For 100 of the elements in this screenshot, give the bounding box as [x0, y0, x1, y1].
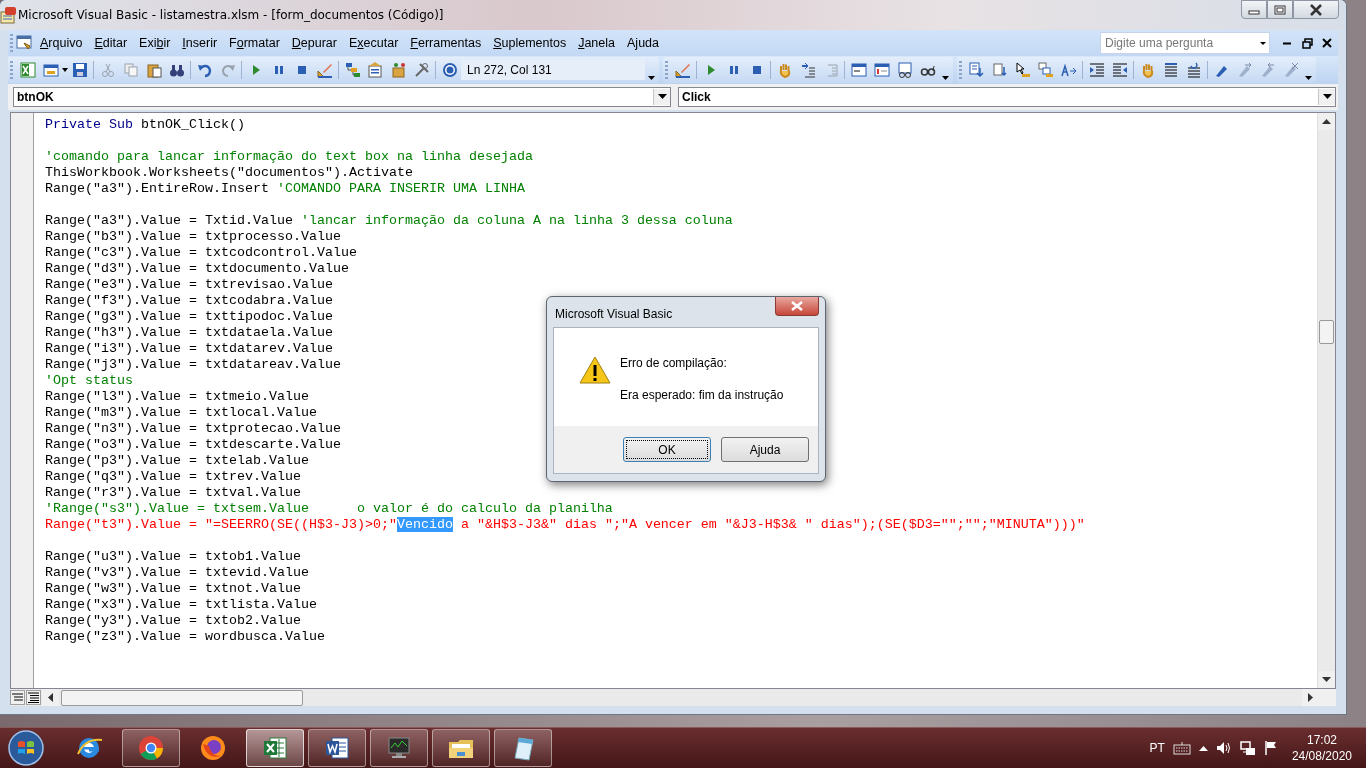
procedure-dropdown[interactable]: Click [678, 87, 1336, 107]
menu-item[interactable]: Formatar [223, 34, 286, 52]
properties-icon [367, 62, 384, 78]
taskbar-app-button[interactable] [370, 729, 428, 767]
code-line: Range("h3").Value = txtdataela.Value [45, 325, 333, 341]
window-icon [850, 62, 867, 78]
code-line: Range("u3").Value = txtob1.Value [45, 549, 301, 565]
cut-icon [99, 62, 116, 78]
menu-item[interactable]: Editar [88, 34, 134, 52]
taskbar-app-button[interactable] [494, 729, 552, 767]
scroll-right-button[interactable] [1302, 689, 1319, 706]
code-line: Range("j3").Value = txtdatareav.Value [45, 357, 341, 373]
code-line: ThisWorkbook.Worksheets("documentos").Activate [45, 165, 413, 181]
arrow-down-icon [1322, 676, 1331, 683]
code-line: 'Opt status [45, 373, 133, 389]
code-line: Range("a3").Value = Txtid.Value 'lancar informação da coluna A na linha 3 dessa coluna [45, 213, 733, 229]
code-line: Range("m3").Value = txtlocal.Value [45, 405, 317, 421]
windows-logo-icon [7, 729, 45, 767]
lines-icon [1162, 62, 1179, 78]
dropdown-arrow-icon [657, 94, 667, 100]
lines-icon [28, 692, 39, 703]
close-button[interactable] [775, 297, 819, 316]
undo-icon [196, 62, 213, 78]
dropdown-arrow-icon [62, 68, 68, 72]
clock-date: 24/08/2020 [1291, 748, 1352, 764]
app-icon [0, 6, 18, 24]
taskbar-app-button[interactable] [246, 729, 304, 767]
outdent-icon [1111, 62, 1128, 78]
scroll-down-button[interactable] [1318, 671, 1335, 688]
code-line: Range("p3").Value = txtelab.Value [45, 453, 309, 469]
code-line: Range("r3").Value = txtval.Value [45, 485, 301, 501]
code-line: Range("i3").Value = txtdatarev.Value [45, 341, 333, 357]
menu-item[interactable]: Inserir [176, 34, 224, 52]
taskbar-app-button[interactable] [432, 729, 490, 767]
cursor-position: Ln 272, Col 131 [461, 60, 645, 80]
code-line: Private Sub btnOK_Click() [45, 117, 245, 133]
close-button[interactable] [1293, 0, 1339, 19]
code-line: Range("v3").Value = txtevid.Value [45, 565, 309, 581]
binoculars-icon [168, 62, 185, 78]
code-line: Range("d3").Value = txtdocumento.Value [45, 261, 349, 277]
scroll-up-button[interactable] [1318, 113, 1335, 130]
keyboard-icon [1172, 741, 1191, 755]
scroll-left-button[interactable] [42, 689, 59, 706]
code-line: Range("f3").Value = txtcodabra.Value [45, 293, 333, 309]
language-indicator[interactable]: PT [1149, 741, 1165, 755]
action-center-button[interactable] [1263, 740, 1278, 756]
menu-item[interactable]: Depurar [285, 34, 343, 52]
network-button[interactable] [1239, 740, 1256, 756]
code-line: Range("x3").Value = txtlista.Value [45, 597, 317, 613]
code-line: Range("b3").Value = txtprocesso.Value [45, 229, 341, 245]
chevron-down-icon [940, 73, 950, 81]
menu-item[interactable]: Ajuda [621, 34, 665, 52]
document-icon [323, 734, 351, 762]
menu-item[interactable]: Ferramentas [404, 34, 488, 52]
code-line: Range("a3").EntireRow.Insert 'COMANDO PARA INSERIR UMA LINHA [45, 181, 525, 197]
full-module-view-button[interactable] [26, 690, 41, 705]
window-title: Microsoft Visual Basic - listamestra.xlsm - [form_documentos (Código)] [18, 8, 445, 22]
taskbar-app-button[interactable] [308, 729, 366, 767]
maximize-button[interactable] [1267, 0, 1293, 19]
clock[interactable]: 17:02 24/08/2020 [1291, 732, 1352, 764]
taskbar-app-button[interactable] [122, 729, 180, 767]
scroll-thumb[interactable] [61, 689, 303, 706]
arrow-up-icon [1322, 118, 1331, 125]
dialog-button[interactable]: Ajuda [721, 437, 809, 462]
scrollbar-corner [1319, 689, 1336, 706]
menu-item[interactable]: Executar [343, 34, 405, 52]
code-line: Range("y3").Value = txtob2.Value [45, 613, 301, 629]
dialog-title: Microsoft Visual Basic [555, 307, 674, 321]
menu-item[interactable]: Exibir [133, 34, 177, 52]
code-line: Range("e3").Value = txtrevisao.Value [45, 277, 333, 293]
help-search-field[interactable]: Digite uma pergunta [1100, 32, 1270, 54]
ruler-pencil-icon [316, 62, 333, 78]
warning-icon [579, 355, 611, 385]
code-line: Range("z3").Value = wordbusca.Value [45, 629, 325, 645]
show-hidden-icons-button[interactable] [1198, 745, 1208, 751]
fox-globe-icon [199, 734, 227, 762]
procedure-view-button[interactable] [10, 690, 25, 705]
window-glasses-icon [896, 62, 913, 78]
arrow-left-icon [47, 693, 54, 702]
dialog-button[interactable]: OK [623, 437, 711, 462]
error-heading: Erro de compilação: [620, 356, 728, 370]
code-line: 'Range("s3").Value = txtsem.Value o valor é do calculo da planilha [45, 501, 613, 517]
menu-item[interactable]: Suplementos [487, 34, 573, 52]
menu-item[interactable]: Janela [572, 34, 621, 52]
volume-button[interactable] [1215, 741, 1232, 755]
scroll-thumb[interactable] [1319, 320, 1334, 344]
spreadsheet-icon [19, 62, 36, 78]
code-line: Range("l3").Value = txtmeio.Value [45, 389, 309, 405]
code-line: Range("q3").Value = txtrev.Value [45, 469, 301, 485]
code-line: Range("n3").Value = txtprotecao.Value [45, 421, 341, 437]
keyboard-button[interactable] [1172, 741, 1191, 755]
error-message: Era esperado: fim da instrução [620, 388, 784, 402]
close-icon [1322, 38, 1332, 48]
help-icon [441, 62, 458, 78]
code-line: Range("o3").Value = txtdescarte.Value [45, 437, 341, 453]
menu-item[interactable]: Arquivo [34, 34, 89, 52]
object-dropdown[interactable]: btnOK [13, 87, 671, 107]
code-line: 'comando para lancar informação do text box na linha desejada [45, 149, 533, 165]
project-tree-icon [344, 62, 361, 78]
network-icon [1239, 740, 1256, 756]
